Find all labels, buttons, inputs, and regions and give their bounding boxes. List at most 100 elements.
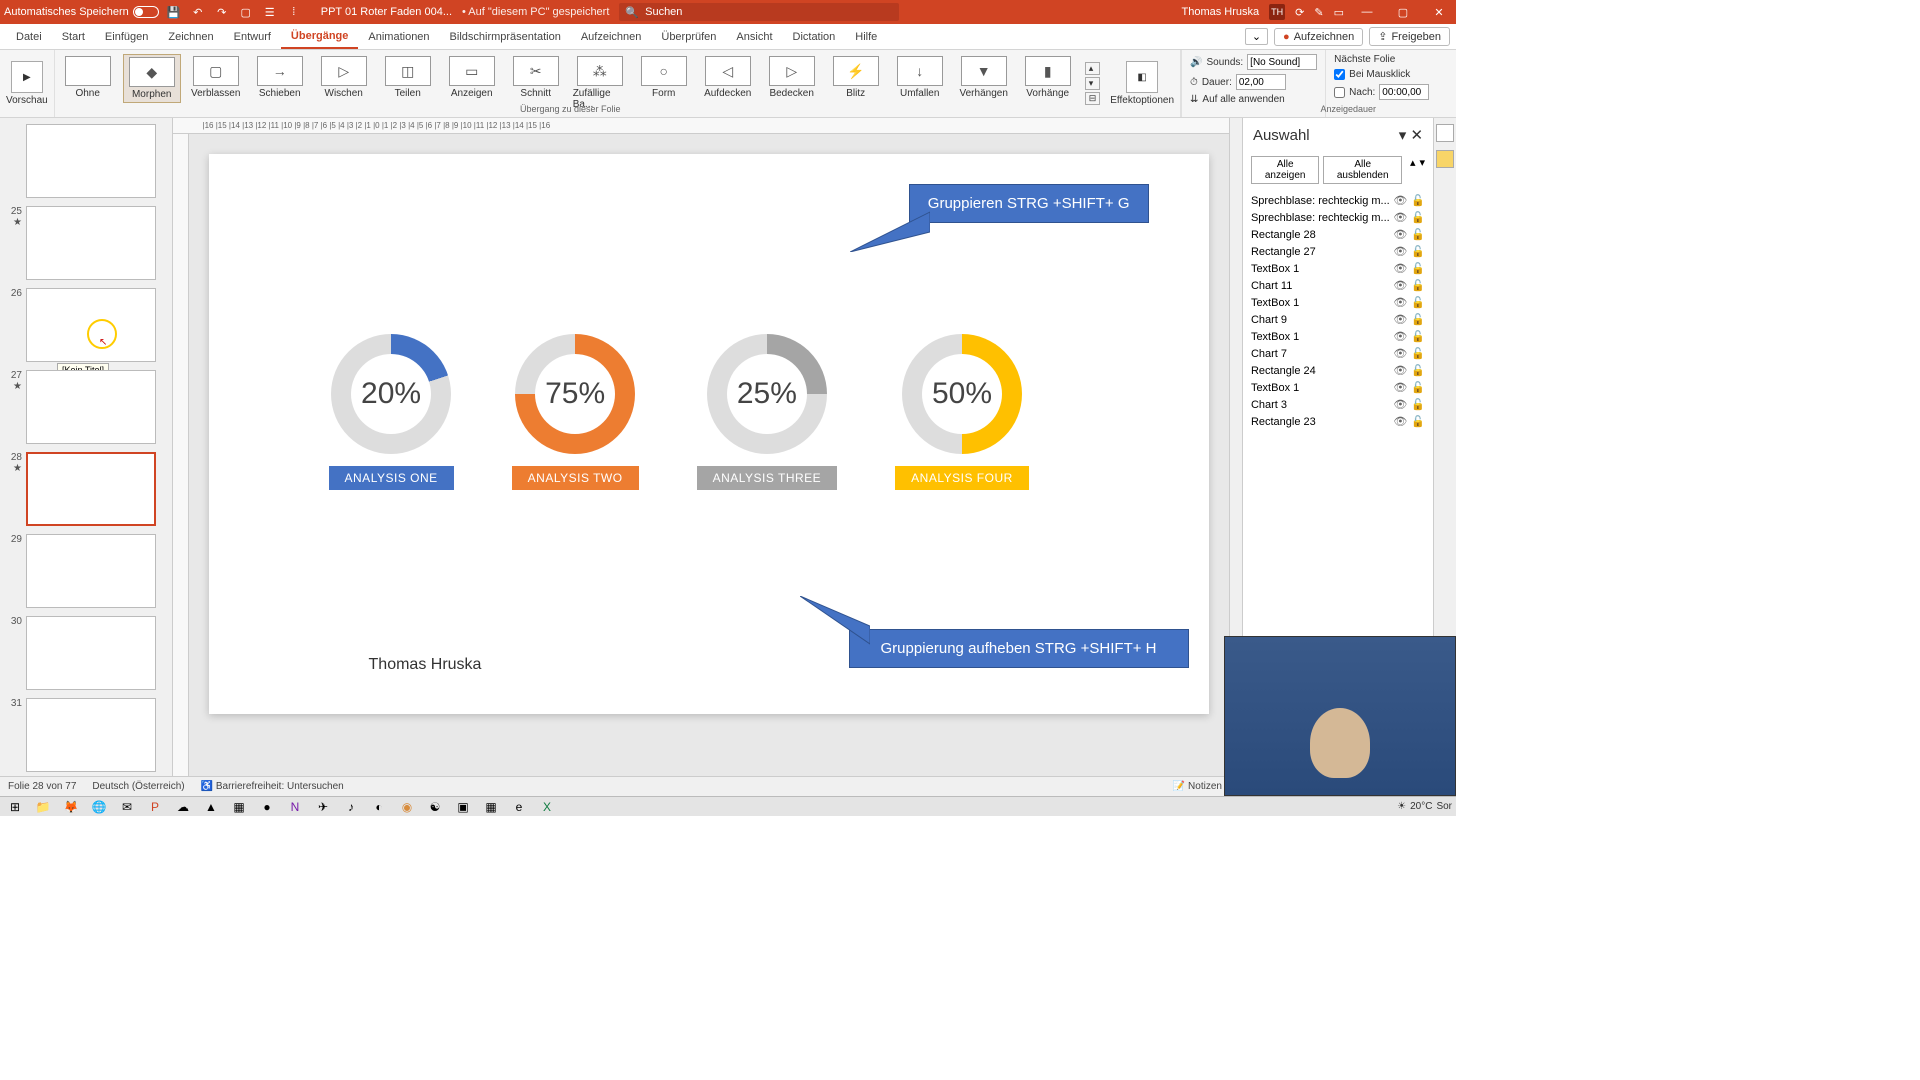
weather-widget[interactable]: ☀ 20°C Sor <box>1397 801 1452 812</box>
slide-thumbnail[interactable]: 25★ <box>6 206 166 280</box>
tab-übergänge[interactable]: Übergänge <box>281 24 358 49</box>
tab-hilfe[interactable]: Hilfe <box>845 24 887 49</box>
transition-anzeigen[interactable]: ▭Anzeigen <box>443 54 501 101</box>
reorder-down-icon[interactable]: ▾ <box>1420 156 1426 184</box>
touch-icon[interactable]: ☰ <box>263 5 277 19</box>
powerpoint-icon[interactable]: P <box>144 798 166 816</box>
visibility-icon[interactable]: 👁 <box>1393 398 1407 411</box>
side-btn-1[interactable] <box>1436 124 1454 142</box>
app-icon-7[interactable]: ☯ <box>424 798 446 816</box>
app-icon-5[interactable]: ◐ <box>368 798 390 816</box>
selection-item[interactable]: Rectangle 28👁🔓 <box>1251 226 1425 243</box>
lock-icon[interactable]: 🔓 <box>1411 330 1425 343</box>
selpane-dropdown-icon[interactable]: ▾ <box>1399 127 1407 144</box>
accessibility-check[interactable]: ♿ Barrierefreiheit: Untersuchen <box>201 781 344 792</box>
outlook-icon[interactable]: ✉ <box>116 798 138 816</box>
present-icon[interactable]: ▢ <box>239 5 253 19</box>
transition-umfallen[interactable]: ↓Umfallen <box>891 54 949 101</box>
hide-all-button[interactable]: Alle ausblenden <box>1323 156 1402 184</box>
transition-bedecken[interactable]: ▷Bedecken <box>763 54 821 101</box>
selection-item[interactable]: TextBox 1👁🔓 <box>1251 294 1425 311</box>
lock-icon[interactable]: 🔓 <box>1411 415 1425 428</box>
app-icon-2[interactable]: ▦ <box>228 798 250 816</box>
tab-ansicht[interactable]: Ansicht <box>726 24 782 49</box>
slide-thumbnail[interactable]: 28★ <box>6 452 166 526</box>
slide-thumbnail[interactable]: 30 <box>6 616 166 690</box>
tab-zeichnen[interactable]: Zeichnen <box>158 24 223 49</box>
selection-item[interactable]: Chart 11👁🔓 <box>1251 277 1425 294</box>
visibility-icon[interactable]: 👁 <box>1393 313 1407 326</box>
tab-animationen[interactable]: Animationen <box>358 24 439 49</box>
visibility-icon[interactable]: 👁 <box>1393 194 1407 207</box>
notes-button[interactable]: 📝 Notizen <box>1173 781 1222 792</box>
selpane-close-icon[interactable]: ✕ <box>1410 127 1423 144</box>
close-button[interactable]: ✕ <box>1426 6 1452 19</box>
lock-icon[interactable]: 🔓 <box>1411 398 1425 411</box>
visibility-icon[interactable]: 👁 <box>1393 330 1407 343</box>
onenote-icon[interactable]: N <box>284 798 306 816</box>
more-icon[interactable]: ⁞ <box>287 5 301 19</box>
apply-all-button[interactable]: ⇊Auf alle anwenden <box>1190 94 1317 105</box>
callout-group[interactable]: Gruppieren STRG +SHIFT+ G <box>909 184 1149 223</box>
slide-thumbnail[interactable]: 29 <box>6 534 166 608</box>
gallery-up-icon[interactable]: ▴ <box>1085 62 1101 75</box>
excel-icon[interactable]: X <box>536 798 558 816</box>
tab-start[interactable]: Start <box>52 24 95 49</box>
selection-item[interactable]: Chart 3👁🔓 <box>1251 396 1425 413</box>
side-btn-2[interactable] <box>1436 150 1454 168</box>
app-icon-1[interactable]: ☁ <box>172 798 194 816</box>
lock-icon[interactable]: 🔓 <box>1411 262 1425 275</box>
app-icon-4[interactable]: ♪ <box>340 798 362 816</box>
lock-icon[interactable]: 🔓 <box>1411 211 1425 224</box>
share-button[interactable]: ⇪ Freigeben <box>1369 27 1450 46</box>
visibility-icon[interactable]: 👁 <box>1393 279 1407 292</box>
app-icon-8[interactable]: ▣ <box>452 798 474 816</box>
visibility-icon[interactable]: 👁 <box>1393 245 1407 258</box>
selection-item[interactable]: Sprechblase: rechteckig m...👁🔓 <box>1251 192 1425 209</box>
visibility-icon[interactable]: 👁 <box>1393 211 1407 224</box>
transition-wischen[interactable]: ▷Wischen <box>315 54 373 101</box>
save-status[interactable]: • Auf "diesem PC" gespeichert <box>462 6 609 18</box>
maximize-button[interactable]: ▢ <box>1390 6 1416 19</box>
tab-einfügen[interactable]: Einfügen <box>95 24 158 49</box>
on-click-checkbox[interactable] <box>1334 69 1345 80</box>
donut-chart[interactable]: 20%ANALYSIS ONE <box>329 334 454 490</box>
transition-verhängen[interactable]: ▼Verhängen <box>955 54 1013 101</box>
transition-form[interactable]: ○Form <box>635 54 693 101</box>
vlc-icon[interactable]: ▲ <box>200 798 222 816</box>
slide-thumbnail-panel[interactable]: 25★ 26↖[Kein Titel] 27★ 28★ 29 30 31 <box>0 118 173 778</box>
callout-ungroup[interactable]: Gruppierung aufheben STRG +SHIFT+ H <box>849 629 1189 668</box>
slide-thumbnail[interactable]: 27★ <box>6 370 166 444</box>
minimize-button[interactable]: — <box>1354 6 1380 18</box>
app-icon-6[interactable]: ◉ <box>396 798 418 816</box>
selection-item[interactable]: Chart 7👁🔓 <box>1251 345 1425 362</box>
record-button[interactable]: Aufzeichnen <box>1274 28 1363 46</box>
visibility-icon[interactable]: 👁 <box>1393 296 1407 309</box>
visibility-icon[interactable]: 👁 <box>1393 228 1407 241</box>
visibility-icon[interactable]: 👁 <box>1393 262 1407 275</box>
lock-icon[interactable]: 🔓 <box>1411 347 1425 360</box>
selection-item[interactable]: TextBox 1👁🔓 <box>1251 260 1425 277</box>
lock-icon[interactable]: 🔓 <box>1411 245 1425 258</box>
user-avatar[interactable]: TH <box>1269 4 1285 20</box>
slide-thumbnail[interactable]: 26↖[Kein Titel] <box>6 288 166 362</box>
tab-entwurf[interactable]: Entwurf <box>224 24 281 49</box>
collapse-ribbon-icon[interactable]: ⌄ <box>1245 28 1268 45</box>
sound-select[interactable] <box>1247 54 1317 70</box>
slide-thumbnail[interactable]: 31 <box>6 698 166 772</box>
gallery-more-icon[interactable]: ⊟ <box>1085 92 1101 105</box>
transition-aufdecken[interactable]: ◁Aufdecken <box>699 54 757 101</box>
transition-vorhänge[interactable]: ▮Vorhänge <box>1019 54 1077 101</box>
explorer-icon[interactable]: 📁 <box>32 798 54 816</box>
selection-item[interactable]: TextBox 1👁🔓 <box>1251 379 1425 396</box>
search-input[interactable]: 🔍 Suchen <box>619 3 899 21</box>
lock-icon[interactable]: 🔓 <box>1411 381 1425 394</box>
effect-options[interactable]: ◧ Effektoptionen <box>1104 50 1181 117</box>
start-button[interactable]: ⊞ <box>4 798 26 816</box>
transition-schieben[interactable]: →Schieben <box>251 54 309 101</box>
document-title[interactable]: PPT 01 Roter Faden 004... <box>321 6 452 18</box>
selection-item[interactable]: Rectangle 27👁🔓 <box>1251 243 1425 260</box>
user-name[interactable]: Thomas Hruska <box>1182 6 1260 18</box>
window-layout-icon[interactable]: ▭ <box>1334 6 1344 19</box>
duration-input[interactable] <box>1236 74 1286 90</box>
